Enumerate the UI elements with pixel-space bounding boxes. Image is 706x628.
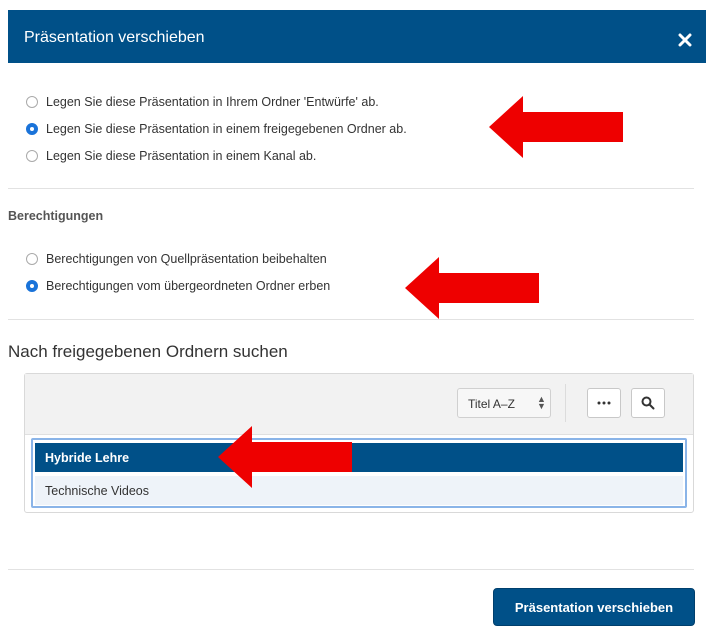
red-arrow-icon <box>218 426 352 488</box>
radio-button[interactable] <box>26 150 38 162</box>
sort-value: Titel A–Z <box>468 397 515 411</box>
radio-option-inherit-permissions[interactable]: Berechtigungen vom übergeordneten Ordner… <box>26 277 330 295</box>
folder-search-title: Nach freigegebenen Ordnern suchen <box>8 342 288 361</box>
dialog-title: Präsentation verschieben <box>24 29 205 46</box>
divider <box>8 569 694 570</box>
folder-list: Hybride Lehre Technische Videos <box>31 438 687 508</box>
radio-option-shared-folder[interactable]: Legen Sie diese Präsentation in einem fr… <box>26 120 407 138</box>
permissions-heading: Berechtigungen <box>8 209 104 223</box>
more-options-button[interactable] <box>587 388 621 418</box>
move-presentation-button[interactable]: Präsentation verschieben <box>493 588 695 626</box>
more-icon <box>597 401 611 405</box>
radio-button[interactable] <box>26 253 38 265</box>
folder-row-selected[interactable]: Hybride Lehre <box>35 443 683 472</box>
divider <box>8 319 694 320</box>
toolbar-separator <box>565 384 566 422</box>
folder-name: Hybride Lehre <box>45 451 130 465</box>
red-arrow-icon <box>489 96 623 158</box>
search-icon <box>641 396 655 410</box>
radio-label: Legen Sie diese Präsentation in Ihrem Or… <box>46 95 379 109</box>
folder-toolbar: Titel A–Z ▲ ▼ <box>25 374 693 435</box>
dialog-header: Präsentation verschieben <box>8 10 706 63</box>
select-arrows-icon: ▲ ▼ <box>537 394 546 411</box>
red-arrow-icon <box>405 257 539 319</box>
radio-button-checked[interactable] <box>26 123 38 135</box>
search-button[interactable] <box>631 388 665 418</box>
sort-select[interactable]: Titel A–Z ▲ ▼ <box>457 388 551 418</box>
close-icon[interactable] <box>678 33 692 47</box>
radio-button-checked[interactable] <box>26 280 38 292</box>
folder-row[interactable]: Technische Videos <box>35 476 683 505</box>
radio-label: Berechtigungen vom übergeordneten Ordner… <box>46 279 331 293</box>
folder-name: Technische Videos <box>45 484 150 498</box>
divider <box>8 188 694 189</box>
radio-label: Legen Sie diese Präsentation in einem fr… <box>46 122 407 136</box>
radio-label: Legen Sie diese Präsentation in einem Ka… <box>46 149 317 163</box>
folder-browser: Titel A–Z ▲ ▼ Hybride Lehre Technische V… <box>24 373 694 513</box>
move-presentation-dialog: Präsentation verschieben Legen Sie diese… <box>8 0 706 628</box>
radio-option-keep-permissions[interactable]: Berechtigungen von Quellpräsentation bei… <box>26 250 327 268</box>
radio-label: Berechtigungen von Quellpräsentation bei… <box>46 252 327 266</box>
radio-option-channel[interactable]: Legen Sie diese Präsentation in einem Ka… <box>26 147 316 165</box>
radio-option-drafts-folder[interactable]: Legen Sie diese Präsentation in Ihrem Or… <box>26 93 379 111</box>
radio-button[interactable] <box>26 96 38 108</box>
